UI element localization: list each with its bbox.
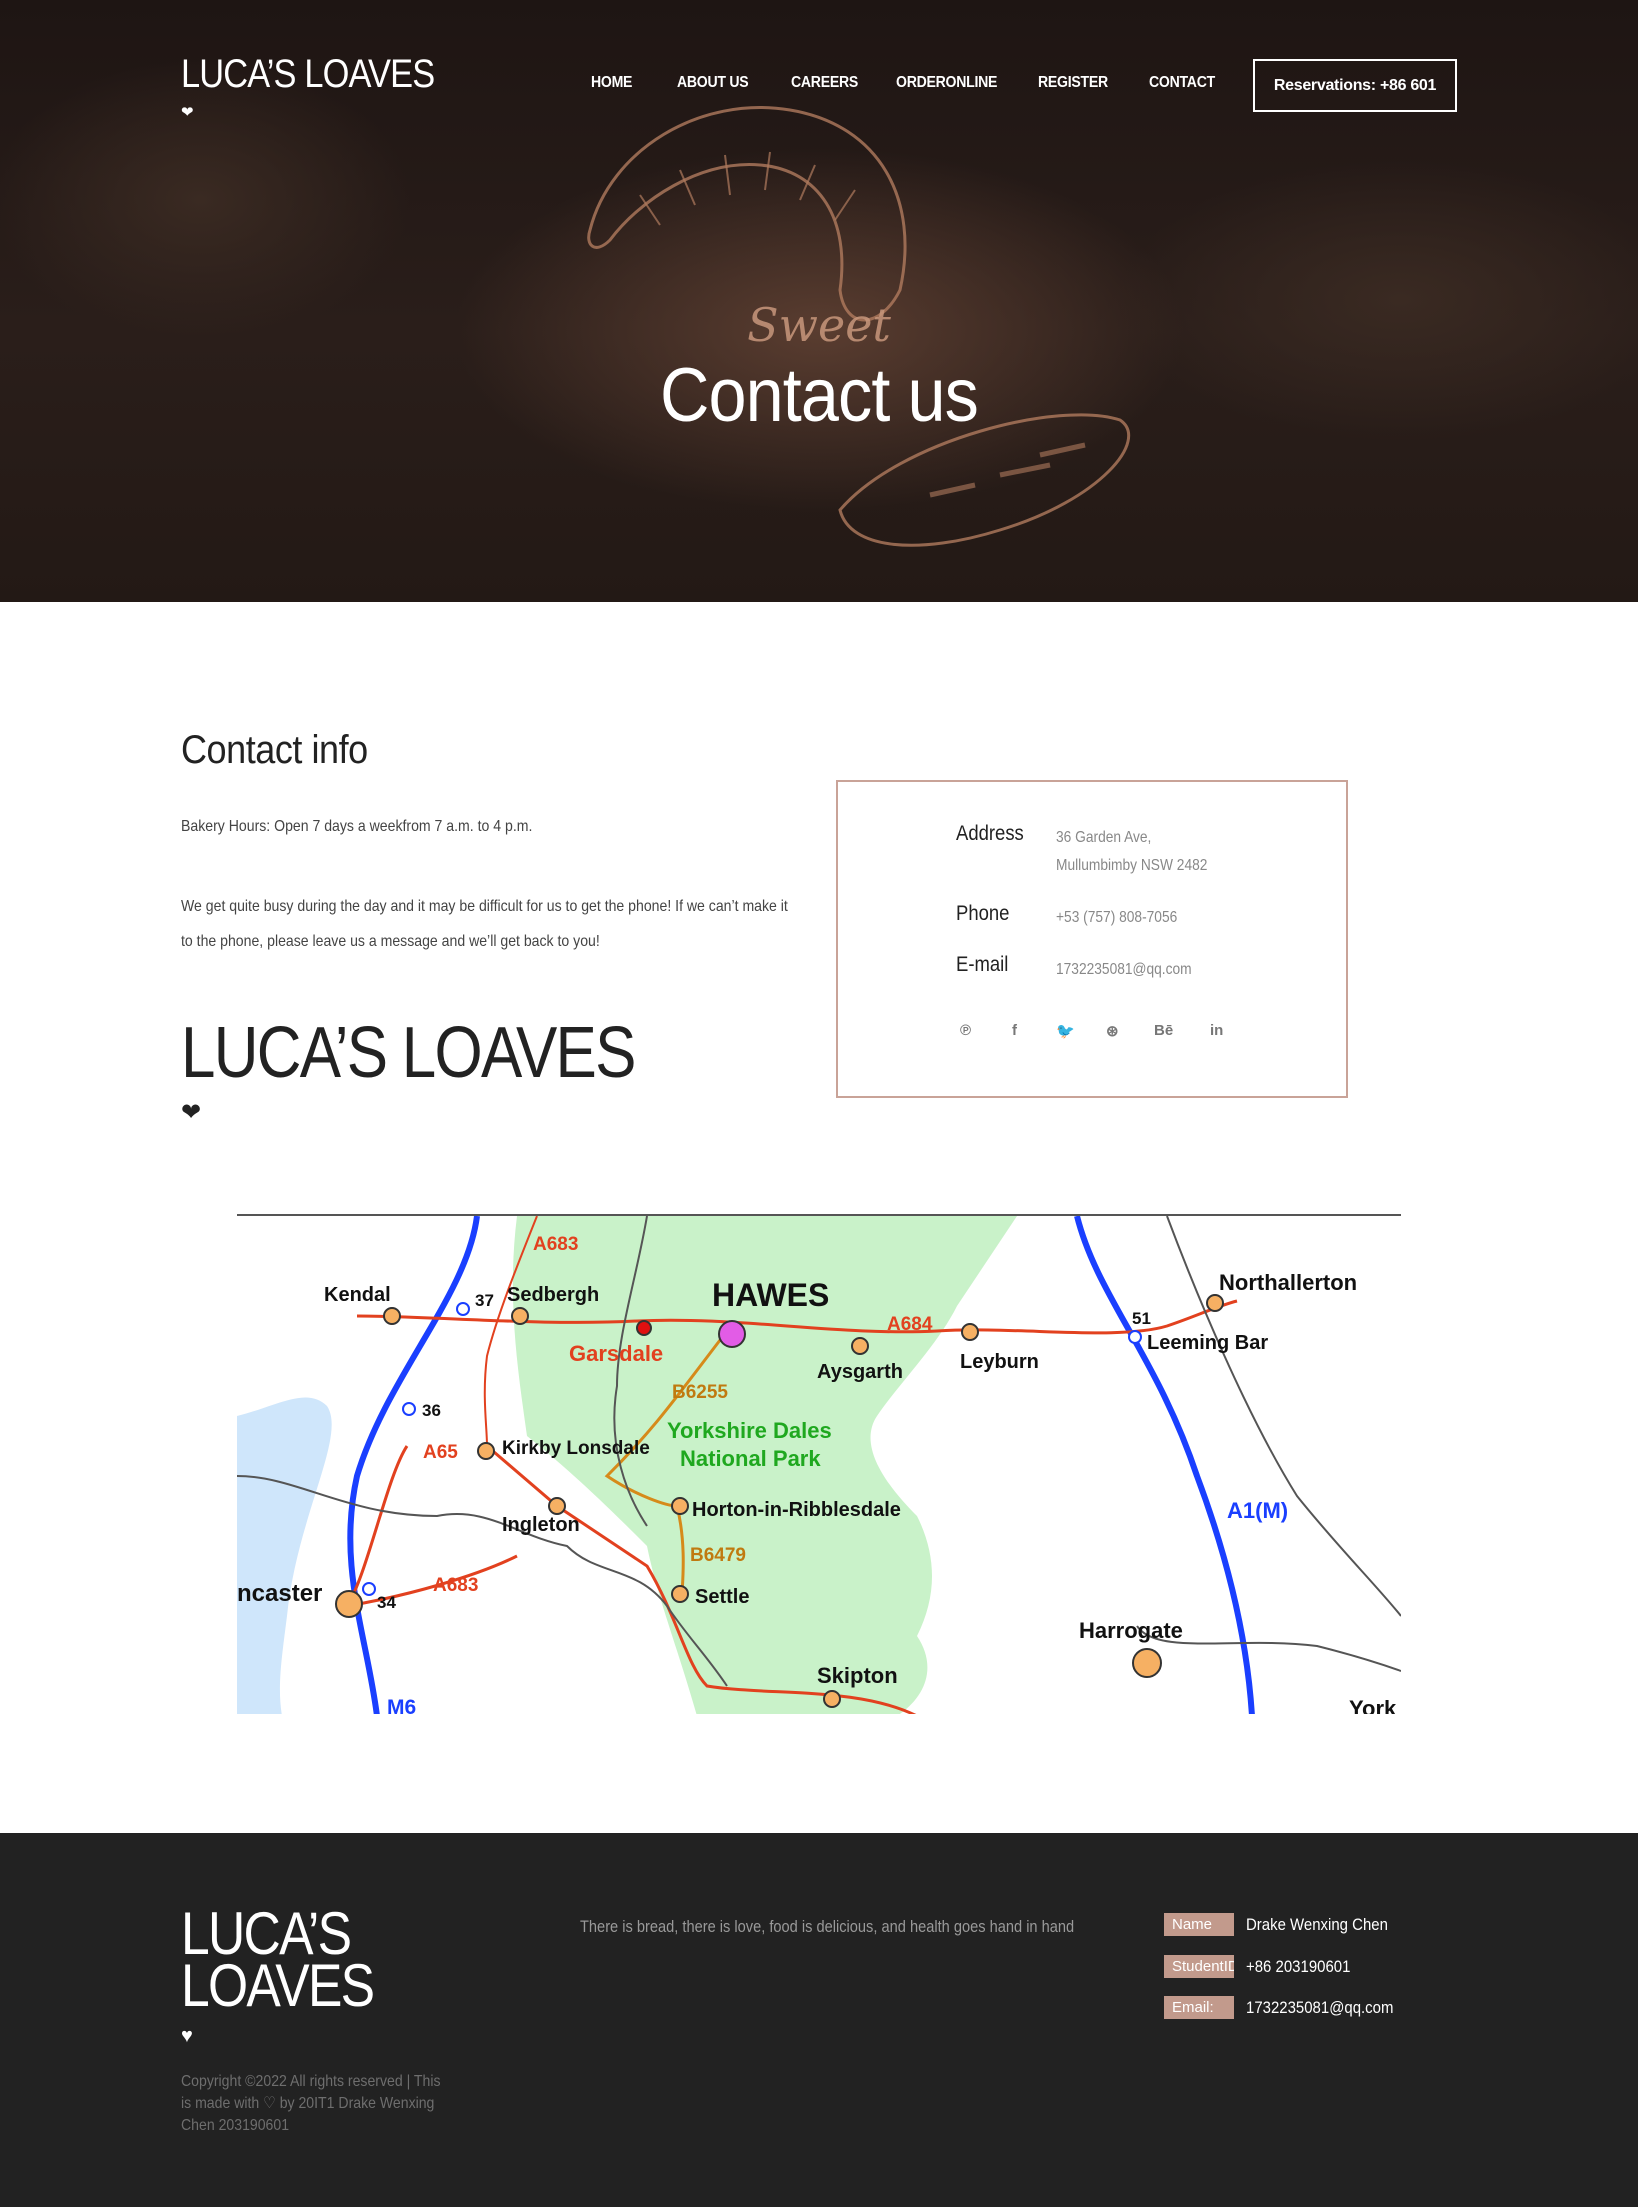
nav-order-online[interactable]: ORDERONLINE bbox=[896, 74, 997, 92]
page-title: Contact us bbox=[660, 353, 979, 438]
contact-message: We get quite busy during the day and it … bbox=[181, 898, 788, 950]
pinterest-icon[interactable]: ℗ bbox=[960, 1022, 971, 1039]
map-label-b6479: B6479 bbox=[690, 1545, 746, 1566]
student-id-value: +86 203190601 bbox=[1246, 1957, 1351, 1976]
map-label-j37: 37 bbox=[475, 1291, 494, 1310]
copyright-text: Copyright ©2022 All rights reserved | Th… bbox=[181, 2073, 441, 2134]
address-line1: 36 Garden Ave, bbox=[1056, 829, 1152, 846]
email-value[interactable]: 1732235081@qq.com bbox=[1246, 1996, 1393, 2019]
map-label-kendal: Kendal bbox=[324, 1284, 391, 1306]
site-footer bbox=[0, 1833, 1638, 2207]
nav-register[interactable]: REGISTER bbox=[1038, 74, 1108, 92]
heart-icon: ❤ bbox=[181, 1099, 202, 1126]
facebook-icon[interactable]: f bbox=[1012, 1022, 1017, 1039]
nav-about[interactable]: ABOUT US bbox=[677, 74, 749, 92]
email-label: E-mail bbox=[956, 953, 1009, 976]
twitter-icon[interactable]: 🐦 bbox=[1056, 1022, 1075, 1040]
brand-logo: LUCA’S LOAVES bbox=[181, 1013, 636, 1093]
map-label-northallerton: Northallerton bbox=[1219, 1270, 1357, 1295]
map-label-j51: 51 bbox=[1132, 1309, 1151, 1328]
map-label-j36: 36 bbox=[422, 1401, 441, 1420]
email-value[interactable]: 1732235081@qq.com bbox=[1056, 956, 1192, 984]
map-label-leyburn: Leyburn bbox=[960, 1351, 1039, 1373]
map-label-kirkby-lonsdale: Kirkby Lonsdale bbox=[502, 1438, 650, 1459]
heart-icon: ♥ bbox=[181, 2025, 193, 2047]
map-label-a65: A65 bbox=[423, 1442, 458, 1463]
student-id-label: StudentID: bbox=[1164, 1955, 1234, 1978]
reservations-button[interactable]: Reservations: +86 601 bbox=[1253, 59, 1457, 112]
map-label-a683-top: A683 bbox=[533, 1234, 578, 1255]
map-label-sedbergh: Sedbergh bbox=[507, 1284, 599, 1306]
map-label-york: York bbox=[1349, 1696, 1397, 1714]
location-map[interactable]: Kendal Sedbergh Aysgarth Leyburn Northal… bbox=[237, 1214, 1401, 1714]
map-label-garsdale: Garsdale bbox=[569, 1341, 663, 1366]
heart-icon: ❤ bbox=[181, 104, 194, 121]
map-label-hawes: HAWES bbox=[712, 1277, 829, 1313]
map-label-skipton: Skipton bbox=[817, 1663, 898, 1688]
nav-contact[interactable]: CONTACT bbox=[1149, 74, 1215, 92]
map-label-m6: M6 bbox=[387, 1696, 416, 1714]
map-label-aysgarth: Aysgarth bbox=[817, 1361, 903, 1383]
map-label-a1m: A1(M) bbox=[1227, 1498, 1288, 1523]
map-label-park-1: Yorkshire Dales bbox=[667, 1418, 832, 1443]
map-label-ingleton: Ingleton bbox=[502, 1514, 580, 1536]
hero-banner: LUCA’S LOAVES ❤ HOME ABOUT US CAREERS OR… bbox=[0, 0, 1638, 602]
footer-logo: LUCA’S LOAVES bbox=[181, 1904, 375, 2019]
map-label-lancaster: ncaster bbox=[237, 1580, 322, 1607]
map-label-a683: A683 bbox=[433, 1575, 478, 1596]
bakery-hours: Bakery Hours: Open 7 days a weekfrom 7 a… bbox=[181, 818, 533, 835]
map-label-harrogate: Harrogate bbox=[1079, 1618, 1183, 1643]
map-label-park-2: National Park bbox=[680, 1446, 821, 1471]
behance-icon[interactable]: Bē bbox=[1154, 1022, 1173, 1039]
map-label-b6255: B6255 bbox=[672, 1382, 728, 1403]
hero-script-text: Sweet bbox=[747, 298, 891, 352]
linkedin-icon[interactable]: in bbox=[1210, 1022, 1223, 1039]
nav-home[interactable]: HOME bbox=[591, 74, 632, 92]
address-label: Address bbox=[956, 822, 1024, 845]
map-label-leeming-bar: Leeming Bar bbox=[1147, 1332, 1268, 1354]
phone-label: Phone bbox=[956, 902, 1010, 925]
contact-details-card: Address 36 Garden Ave, Mullumbimby NSW 2… bbox=[836, 780, 1348, 1098]
map-label-a684: A684 bbox=[887, 1314, 933, 1335]
nav-careers[interactable]: CAREERS bbox=[791, 74, 858, 92]
address-line2: Mullumbimby NSW 2482 bbox=[1056, 857, 1208, 874]
site-logo[interactable]: LUCA’S LOAVES bbox=[181, 52, 435, 97]
footer-tagline: There is bread, there is love, food is d… bbox=[580, 1917, 1075, 1936]
map-label-horton: Horton-in-Ribblesdale bbox=[692, 1499, 901, 1521]
name-label: Name bbox=[1164, 1913, 1234, 1936]
phone-value[interactable]: +53 (757) 808-7056 bbox=[1056, 904, 1177, 932]
map-label-settle: Settle bbox=[695, 1586, 749, 1608]
map-label-j34: 34 bbox=[377, 1593, 396, 1612]
footer-logo-line2: LOAVES bbox=[181, 1952, 375, 2019]
contact-info-title: Contact info bbox=[181, 728, 368, 772]
dribbble-icon[interactable]: ⊛ bbox=[1106, 1022, 1119, 1040]
name-value: Drake Wenxing Chen bbox=[1246, 1915, 1388, 1934]
email-label: Email: bbox=[1164, 1996, 1234, 2019]
